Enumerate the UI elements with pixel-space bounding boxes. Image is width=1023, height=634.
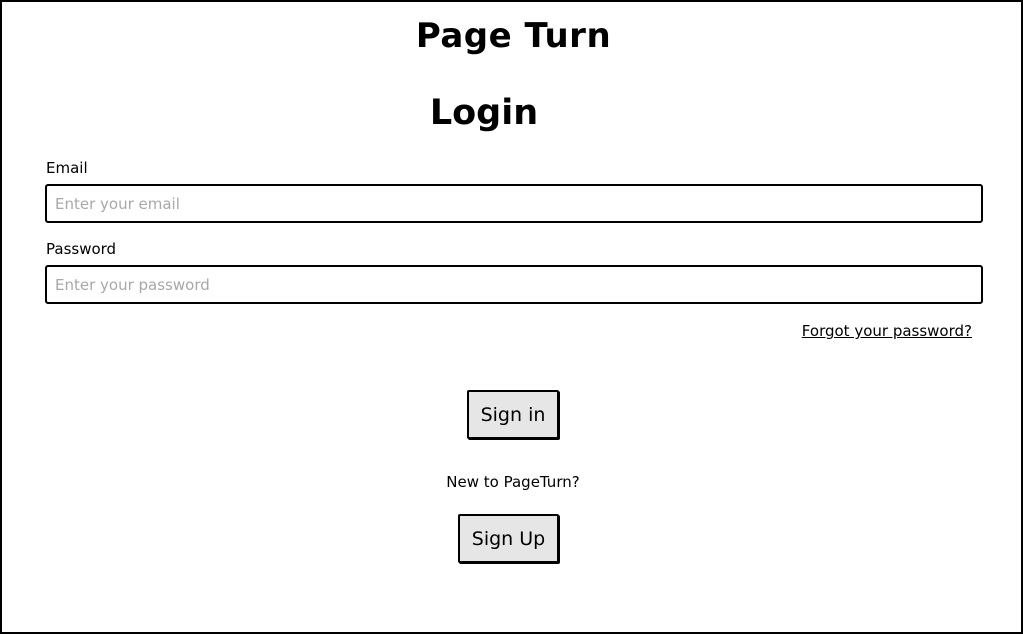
login-window: Page Turn Login Email Password Forgot yo… xyxy=(0,0,1023,634)
page-heading: Login xyxy=(429,93,539,133)
app-title: Page Turn xyxy=(415,16,612,56)
sign-up-button[interactable]: Sign Up xyxy=(458,514,559,563)
forgot-password-link[interactable]: Forgot your password? xyxy=(782,322,972,340)
password-label: Password xyxy=(46,240,117,258)
new-user-prompt: New to PageTurn? xyxy=(446,473,580,491)
password-field[interactable] xyxy=(45,265,983,304)
email-field[interactable] xyxy=(45,184,983,223)
sign-in-button[interactable]: Sign in xyxy=(467,390,559,439)
email-label: Email xyxy=(46,159,88,177)
